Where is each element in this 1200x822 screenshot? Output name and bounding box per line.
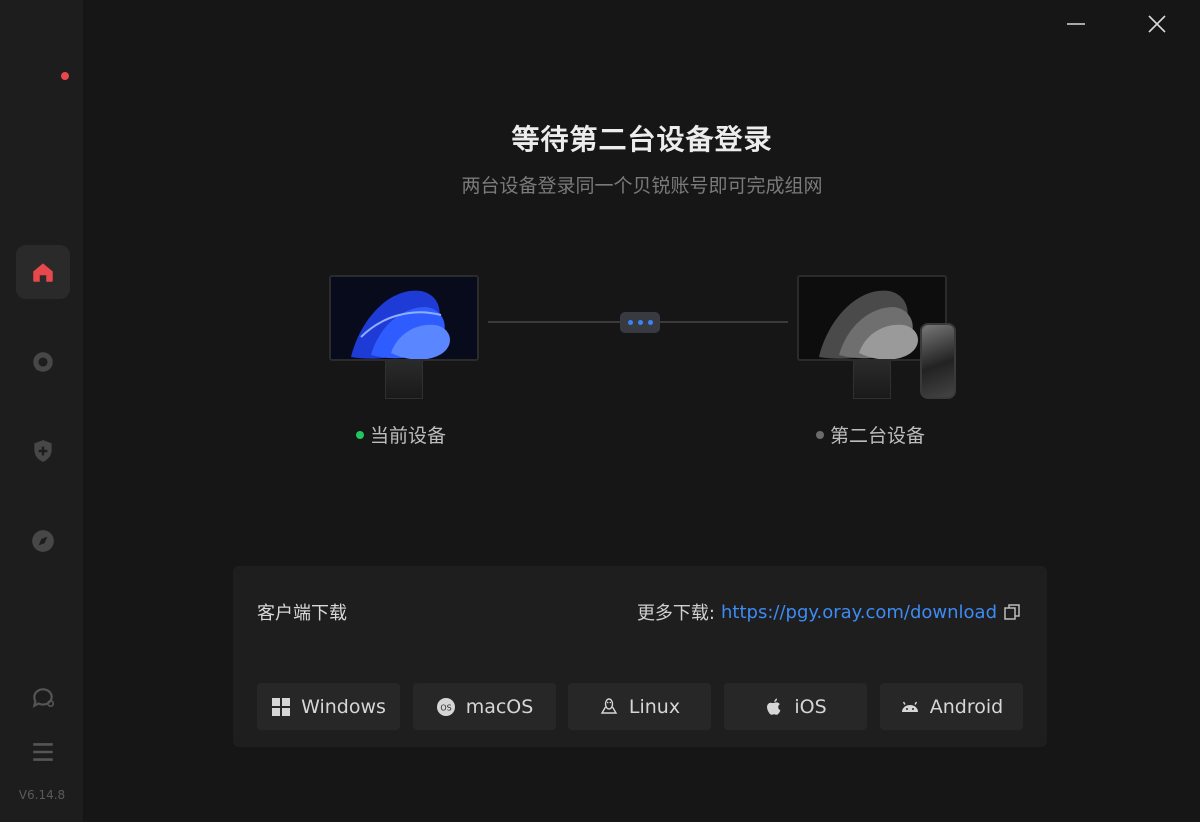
phone-illustration xyxy=(920,323,956,399)
wallpaper-bloom-blue xyxy=(331,277,477,359)
nav-discover[interactable] xyxy=(16,514,70,568)
apple-icon xyxy=(767,698,781,715)
nav-chat[interactable] xyxy=(16,335,70,389)
svg-text:OS: OS xyxy=(440,703,451,712)
download-url-link[interactable]: https://pgy.oray.com/download xyxy=(721,602,997,623)
page-subtitle: 两台设备登录同一个贝锐账号即可完成组网 xyxy=(461,175,823,197)
monitor-screen xyxy=(329,275,479,361)
feedback-button[interactable] xyxy=(16,670,70,724)
second-device-illustration xyxy=(797,275,956,405)
version-label: V6.14.8 xyxy=(18,788,66,802)
macos-icon: OS xyxy=(436,697,455,716)
chat-bubble-icon xyxy=(33,352,53,372)
app-window: V6.14.8 等待第二台设备登录 两台设备登录同一个贝锐账号即可完成组网 当前… xyxy=(0,0,1200,822)
connection-line-left xyxy=(488,321,620,323)
download-ios-button[interactable]: iOS xyxy=(724,683,867,730)
sidebar: V6.14.8 xyxy=(0,0,84,822)
online-status-dot xyxy=(356,430,364,439)
more-downloads: 更多下载: https://pgy.oray.com/download xyxy=(637,599,1021,625)
download-macos-button[interactable]: OS macOS xyxy=(413,683,556,730)
connection-line-right xyxy=(660,321,788,323)
current-device-label: 当前设备 xyxy=(356,421,446,448)
android-icon xyxy=(901,701,918,712)
offline-status-dot xyxy=(816,430,824,439)
windows-icon xyxy=(272,697,291,716)
page-title: 等待第二台设备登录 xyxy=(511,123,773,156)
download-title: 客户端下载 xyxy=(257,603,347,624)
monitor-stand xyxy=(385,361,423,399)
client-download-panel: 客户端下载 更多下载: https://pgy.oray.com/downloa… xyxy=(233,566,1047,747)
second-device-label: 第二台设备 xyxy=(816,421,925,448)
menu-icon xyxy=(33,743,53,761)
main-content: 等待第二台设备登录 两台设备登录同一个贝锐账号即可完成组网 当前设备 第二台设备… xyxy=(84,0,1200,822)
monitor-stand-gray xyxy=(853,361,891,399)
notification-dot xyxy=(61,72,69,80)
more-downloads-label: 更多下载: xyxy=(636,603,716,624)
menu-button[interactable] xyxy=(16,725,70,779)
nav-home[interactable] xyxy=(16,245,70,299)
download-android-button[interactable]: Android xyxy=(880,683,1023,730)
copy-icon[interactable] xyxy=(1003,603,1021,621)
download-windows-button[interactable]: Windows xyxy=(257,683,400,730)
download-linux-button[interactable]: Linux xyxy=(568,683,711,730)
home-icon xyxy=(33,263,53,282)
compass-icon xyxy=(32,530,54,552)
linux-icon xyxy=(600,697,618,714)
shield-plus-icon xyxy=(34,440,52,462)
feedback-icon xyxy=(32,688,55,708)
nav-security[interactable] xyxy=(16,424,70,478)
current-device-illustration xyxy=(329,275,479,405)
connecting-indicator xyxy=(620,312,660,333)
